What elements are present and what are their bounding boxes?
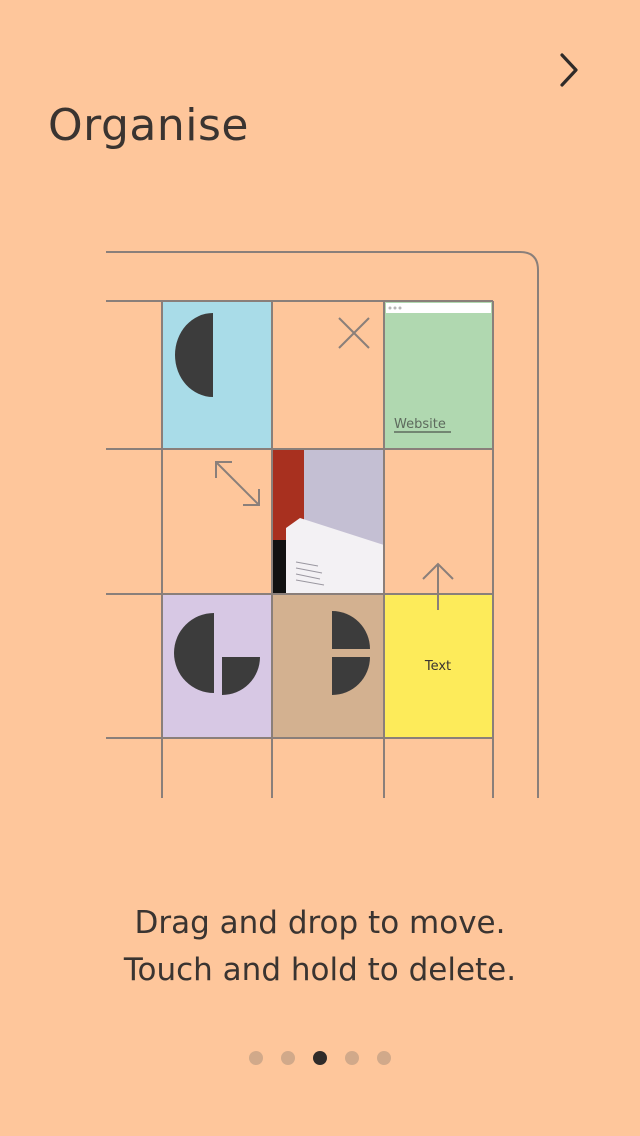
resize-arrows-icon [215, 461, 260, 506]
photo-dark-strip [272, 540, 286, 594]
browser-bar [386, 303, 491, 313]
tile-blue [162, 301, 272, 449]
page-dot-5[interactable] [377, 1051, 391, 1065]
page-dot-4[interactable] [345, 1051, 359, 1065]
caption-line-1: Drag and drop to move. [134, 905, 506, 941]
caption: Drag and drop to move. Touch and hold to… [0, 900, 640, 994]
website-label: Website [394, 417, 446, 432]
page-dot-1[interactable] [249, 1051, 263, 1065]
caption-line-2: Touch and hold to delete. [123, 952, 517, 988]
text-tile-label: Text [424, 659, 451, 674]
pagination-dots [0, 1051, 640, 1065]
page-dot-2[interactable] [281, 1051, 295, 1065]
close-icon [338, 317, 370, 349]
page-dot-3-active[interactable] [313, 1051, 327, 1065]
